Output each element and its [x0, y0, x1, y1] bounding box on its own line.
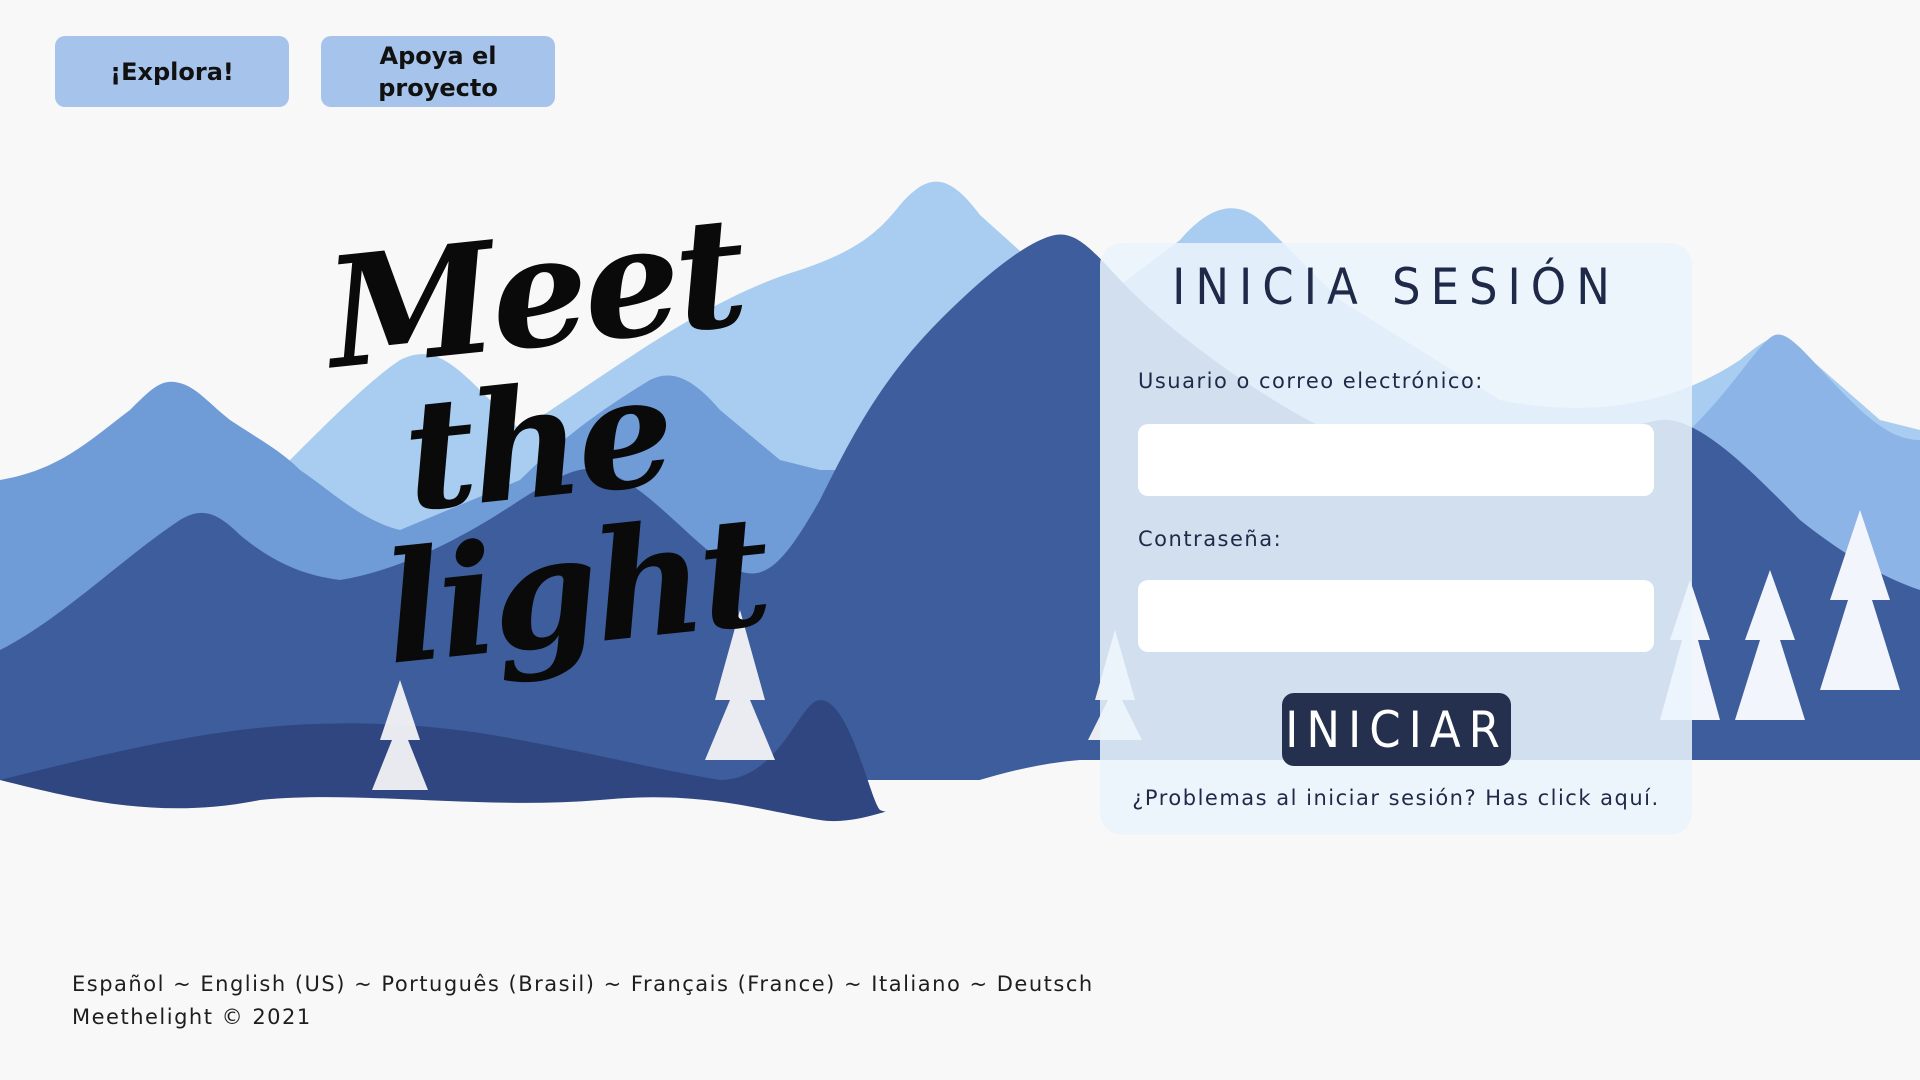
- language-separator: ~: [164, 972, 201, 996]
- language-link-es[interactable]: Español: [72, 972, 165, 996]
- login-title: INICIA SESIÓN: [1172, 258, 1620, 316]
- language-link-fr[interactable]: Français (France): [631, 972, 836, 996]
- language-link-pt-br[interactable]: Português (Brasil): [381, 972, 595, 996]
- language-selector: Español ~ English (US) ~ Português (Bras…: [72, 972, 1094, 996]
- explore-button[interactable]: ¡Explora!: [55, 36, 289, 107]
- language-link-en-us[interactable]: English (US): [200, 972, 346, 996]
- password-label: Contraseña:: [1138, 527, 1283, 551]
- language-link-it[interactable]: Italiano: [871, 972, 961, 996]
- language-link-de[interactable]: Deutsch: [997, 972, 1094, 996]
- login-help-link[interactable]: ¿Problemas al iniciar sesión? Has click …: [1100, 786, 1692, 810]
- username-label: Usuario o correo electrónico:: [1138, 369, 1484, 393]
- language-separator: ~: [961, 972, 997, 996]
- language-separator: ~: [835, 972, 872, 996]
- copyright-text: Meethelight © 2021: [72, 1005, 312, 1029]
- login-submit-button[interactable]: INICIAR: [1282, 693, 1511, 766]
- password-input[interactable]: [1138, 580, 1654, 652]
- hero-title-line-3: light: [375, 480, 775, 699]
- language-separator: ~: [595, 972, 631, 996]
- hero-title: Meet the light: [318, 182, 795, 699]
- username-input[interactable]: [1138, 424, 1654, 496]
- language-separator: ~: [345, 972, 382, 996]
- support-project-button[interactable]: Apoya el proyecto: [321, 36, 555, 107]
